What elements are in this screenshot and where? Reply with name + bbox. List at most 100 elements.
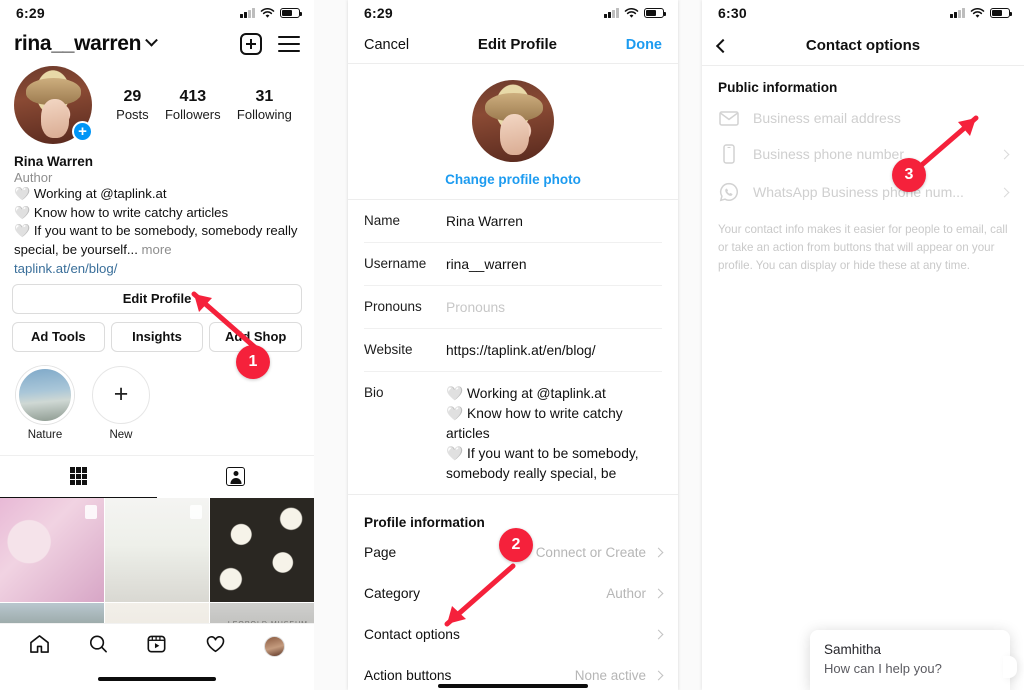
grid-item[interactable] xyxy=(105,497,209,602)
field-bio[interactable]: Bio 🤍 Working at @taplink.at 🤍 Know how … xyxy=(364,372,662,494)
status-icons xyxy=(604,7,667,19)
chevron-down-icon xyxy=(145,33,159,47)
panel-contact-options: 6:30 Contact options Public information … xyxy=(702,0,1024,690)
plus-badge-icon[interactable]: + xyxy=(72,121,93,142)
field-label: Website xyxy=(364,342,413,357)
followers-label: Followers xyxy=(164,107,221,122)
heart-emoji-icon: 🤍 xyxy=(14,186,31,201)
new-post-icon[interactable] xyxy=(240,33,262,55)
heart-emoji-icon: 🤍 xyxy=(14,223,31,239)
cellular-signal-icon xyxy=(240,8,255,18)
website-input[interactable]: https://taplink.at/en/blog/ xyxy=(446,341,662,361)
profile-photo-block: Change profile photo xyxy=(348,64,678,200)
cancel-button[interactable]: Cancel xyxy=(364,37,409,53)
heart-emoji-icon: 🤍 xyxy=(446,446,464,461)
followers-count: 413 xyxy=(179,88,207,105)
whatsapp-icon xyxy=(718,182,740,202)
bio-category: Author xyxy=(14,170,53,185)
avatar[interactable]: + xyxy=(14,66,93,144)
change-profile-photo-button[interactable]: Change profile photo xyxy=(445,172,581,187)
search-icon[interactable] xyxy=(88,634,109,659)
username-label: rina__warren xyxy=(14,32,142,55)
wifi-icon xyxy=(970,7,985,18)
done-button[interactable]: Done xyxy=(626,37,662,53)
annotation-arrow-2 xyxy=(444,563,516,627)
posts-count: 29 xyxy=(123,88,142,105)
following-label: Following xyxy=(236,107,292,122)
bio-display-name: Rina Warren xyxy=(14,154,94,169)
tab-tagged[interactable] xyxy=(157,456,314,498)
annotation-badge-1: 1 xyxy=(236,345,270,379)
bio-block: Rina Warren Author 🤍 Working at @taplink… xyxy=(0,144,314,276)
posts-label: Posts xyxy=(116,107,149,122)
chat-tail xyxy=(1003,656,1017,678)
battery-icon xyxy=(280,8,303,18)
wifi-icon xyxy=(260,7,275,18)
envelope-icon xyxy=(718,110,740,126)
status-bar: 6:30 xyxy=(702,0,1024,26)
multi-post-icon xyxy=(84,504,97,519)
bio-input[interactable]: 🤍 Working at @taplink.at 🤍 Know how to w… xyxy=(446,384,662,484)
highlight-label: New xyxy=(109,428,133,441)
field-website[interactable]: Website https://taplink.at/en/blog/ xyxy=(364,329,662,372)
chevron-right-icon xyxy=(653,588,664,599)
pronouns-input[interactable]: Pronouns xyxy=(446,298,662,318)
field-label: Bio xyxy=(364,385,384,400)
chat-widget[interactable]: Samhitha How can I help you? xyxy=(810,630,1017,690)
back-chevron-icon[interactable] xyxy=(715,38,731,53)
home-indicator xyxy=(348,683,678,688)
screenshot-stage: 6:29 rina__warren + 29 Posts 413 Followe… xyxy=(0,0,1024,690)
field-name[interactable]: Name Rina Warren xyxy=(364,200,662,243)
avatar[interactable] xyxy=(472,80,554,162)
stat-followers[interactable]: 413 Followers xyxy=(165,88,221,122)
highlight-nature[interactable]: Nature xyxy=(16,365,74,441)
hamburger-menu-icon[interactable] xyxy=(278,36,300,52)
wifi-icon xyxy=(624,7,639,18)
row-value: Connect or Create xyxy=(535,545,646,560)
row-label: Page xyxy=(364,545,397,560)
status-time: 6:30 xyxy=(718,5,747,21)
grid-item[interactable] xyxy=(210,497,314,602)
plus-icon: + xyxy=(92,365,150,424)
heart-emoji-icon: 🤍 xyxy=(446,386,464,401)
page-title: Contact options xyxy=(805,37,921,54)
row-label: Category xyxy=(364,586,420,601)
tagged-person-icon xyxy=(226,467,245,487)
profile-tabs xyxy=(0,454,314,498)
annotation-badge-2: 2 xyxy=(499,528,533,562)
profile-avatar-icon[interactable] xyxy=(264,635,286,657)
public-information-title: Public information xyxy=(718,80,838,95)
home-indicator xyxy=(0,668,314,690)
status-time: 6:29 xyxy=(364,5,393,21)
name-input[interactable]: Rina Warren xyxy=(446,212,662,232)
profile-summary: + 29 Posts 413 Followers 31 Following xyxy=(0,66,314,144)
highlight-label: Nature xyxy=(27,428,63,441)
field-label: Pronouns xyxy=(364,299,422,314)
highlight-new[interactable]: + New xyxy=(92,365,150,441)
chevron-right-icon xyxy=(653,547,664,558)
username-input[interactable]: rina__warren xyxy=(446,255,662,275)
heart-icon[interactable] xyxy=(205,634,226,659)
username-dropdown[interactable]: rina__warren xyxy=(14,32,159,56)
tab-grid[interactable] xyxy=(0,456,157,498)
cellular-signal-icon xyxy=(604,8,619,18)
annotation-badge-3: 3 xyxy=(892,158,926,192)
battery-icon xyxy=(644,8,667,18)
bio-more-link[interactable]: more xyxy=(138,242,172,257)
field-label: Name xyxy=(364,213,401,228)
row-value: None active xyxy=(574,668,646,683)
field-username[interactable]: Username rina__warren xyxy=(364,243,662,286)
home-icon[interactable] xyxy=(29,634,50,659)
edit-profile-navbar: Cancel Edit Profile Done xyxy=(348,26,678,64)
ad-tools-button[interactable]: Ad Tools xyxy=(12,321,105,352)
chevron-right-icon xyxy=(999,187,1010,197)
battery-icon xyxy=(990,8,1013,18)
grid-item[interactable] xyxy=(0,497,104,602)
field-pronouns[interactable]: Pronouns Pronouns xyxy=(364,286,662,329)
bio-line-1: 🤍 Working at @taplink.at xyxy=(14,186,167,201)
field-label: Username xyxy=(364,256,427,271)
reels-icon[interactable] xyxy=(146,634,167,659)
stat-posts[interactable]: 29 Posts xyxy=(116,88,149,122)
bio-website-link[interactable]: taplink.at/en/blog/ xyxy=(14,261,300,276)
stat-following[interactable]: 31 Following xyxy=(237,88,292,122)
